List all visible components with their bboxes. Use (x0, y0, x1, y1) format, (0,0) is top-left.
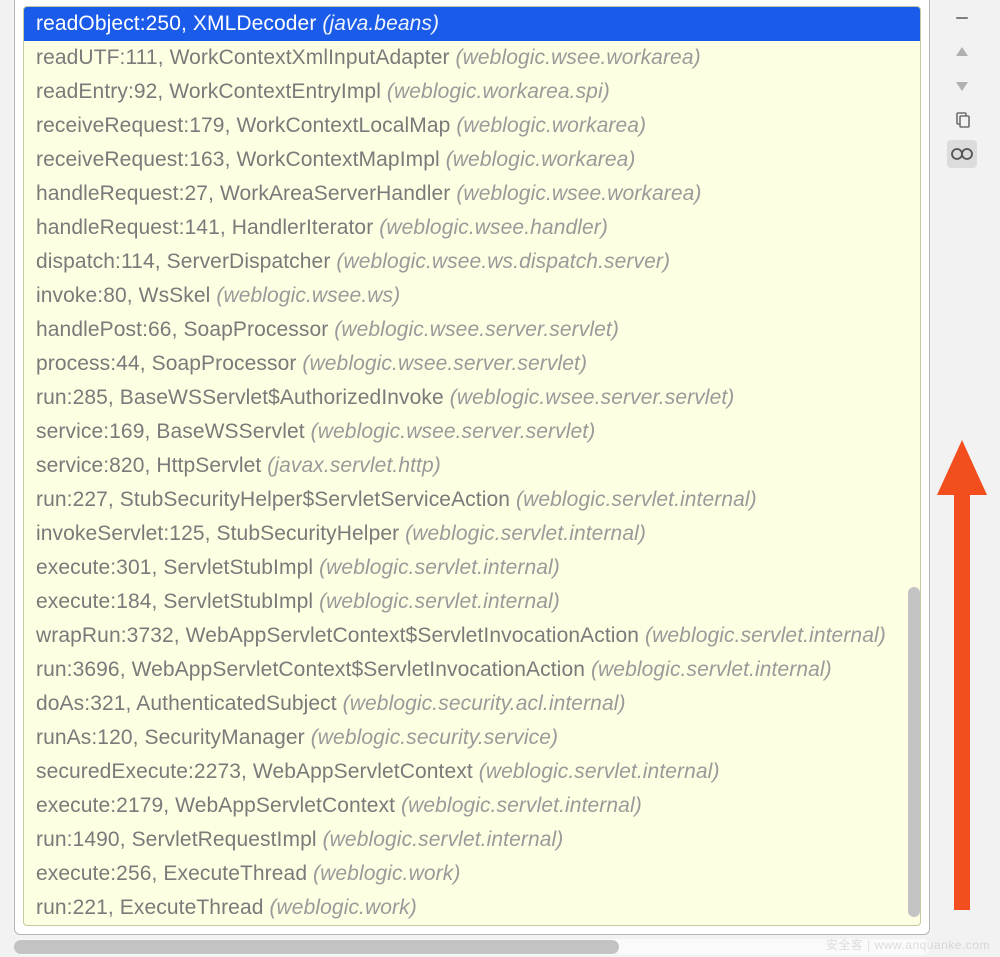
gutter-toolbar (942, 4, 982, 168)
frame-package: (weblogic.wsee.handler) (379, 216, 608, 239)
frame-method: execute:184, ServletStubImpl (36, 590, 313, 613)
frame-package: (weblogic.servlet.internal) (319, 590, 560, 613)
frame-method: securedExecute:2273, WebAppServletContex… (36, 760, 473, 783)
frame-package: (weblogic.security.service) (311, 726, 558, 749)
frame-method: readEntry:92, WorkContextEntryImpl (36, 80, 381, 103)
stack-frame-row[interactable]: doAs:321, AuthenticatedSubject (weblogic… (24, 687, 920, 721)
frame-method: doAs:321, AuthenticatedSubject (36, 692, 337, 715)
frame-package: (weblogic.servlet.internal) (319, 556, 560, 579)
glasses-icon[interactable] (947, 140, 977, 168)
frame-package: (weblogic.servlet.internal) (645, 624, 886, 647)
move-up-icon[interactable] (947, 38, 977, 66)
stack-frame-row[interactable]: execute:184, ServletStubImpl (weblogic.s… (24, 585, 920, 619)
frame-method: dispatch:114, ServerDispatcher (36, 250, 330, 273)
horizontal-scrollbar-track[interactable] (14, 939, 930, 955)
frame-method: run:227, StubSecurityHelper$ServletServi… (36, 488, 510, 511)
frame-method: invokeServlet:125, StubSecurityHelper (36, 522, 399, 545)
frame-method: invoke:80, WsSkel (36, 284, 210, 307)
frame-method: service:169, BaseWSServlet (36, 420, 305, 443)
frame-package: (weblogic.workarea) (456, 114, 646, 137)
frame-package: (weblogic.wsee.workarea) (456, 182, 701, 205)
frame-package: (weblogic.wsee.ws) (216, 284, 400, 307)
stack-frame-row[interactable]: run:221, ExecuteThread (weblogic.work) (24, 891, 920, 925)
frame-package: (weblogic.wsee.server.servlet) (334, 318, 619, 341)
stack-frame-row[interactable]: dispatch:114, ServerDispatcher (weblogic… (24, 245, 920, 279)
stack-frame-list-container: readObject:250, XMLDecoder (java.beans)r… (23, 6, 921, 926)
stack-frame-list[interactable]: readObject:250, XMLDecoder (java.beans)r… (24, 7, 920, 925)
frame-method: execute:2179, WebAppServletContext (36, 794, 395, 817)
stack-frame-row[interactable]: run:227, StubSecurityHelper$ServletServi… (24, 483, 920, 517)
stack-frame-row[interactable]: invoke:80, WsSkel (weblogic.wsee.ws) (24, 279, 920, 313)
frame-package: (javax.servlet.http) (267, 454, 441, 477)
vertical-scrollbar-thumb[interactable] (908, 587, 920, 917)
frame-package: (weblogic.servlet.internal) (516, 488, 757, 511)
move-down-icon[interactable] (947, 72, 977, 100)
stack-frame-row[interactable]: readEntry:92, WorkContextEntryImpl (webl… (24, 75, 920, 109)
frame-package: (weblogic.work) (269, 896, 416, 919)
stack-frame-row[interactable]: receiveRequest:179, WorkContextLocalMap … (24, 109, 920, 143)
stack-frame-row[interactable]: invokeServlet:125, StubSecurityHelper (w… (24, 517, 920, 551)
stack-frame-row[interactable]: service:820, HttpServlet (javax.servlet.… (24, 449, 920, 483)
frame-package: (weblogic.workarea) (446, 148, 636, 171)
frame-method: run:3696, WebAppServletContext$ServletIn… (36, 658, 585, 681)
stack-frame-row[interactable]: run:285, BaseWSServlet$AuthorizedInvoke … (24, 381, 920, 415)
copy-icon[interactable] (947, 106, 977, 134)
frame-package: (weblogic.work) (313, 862, 460, 885)
frame-method: receiveRequest:163, WorkContextMapImpl (36, 148, 440, 171)
frame-method: process:44, SoapProcessor (36, 352, 296, 375)
stack-frame-row[interactable]: runAs:120, SecurityManager (weblogic.sec… (24, 721, 920, 755)
stack-frame-row[interactable]: wrapRun:3732, WebAppServletContext$Servl… (24, 619, 920, 653)
frame-method: readObject:250, XMLDecoder (36, 12, 316, 35)
frame-package: (weblogic.servlet.internal) (479, 760, 720, 783)
stack-frame-row[interactable]: run:3696, WebAppServletContext$ServletIn… (24, 653, 920, 687)
stack-frame-row[interactable]: process:44, SoapProcessor (weblogic.wsee… (24, 347, 920, 381)
stack-frame-row[interactable]: run:1490, ServletRequestImpl (weblogic.s… (24, 823, 920, 857)
frame-package: (weblogic.wsee.workarea) (456, 46, 701, 69)
stack-frame-row[interactable]: service:169, BaseWSServlet (weblogic.wse… (24, 415, 920, 449)
frame-method: handlePost:66, SoapProcessor (36, 318, 328, 341)
frame-method: wrapRun:3732, WebAppServletContext$Servl… (36, 624, 639, 647)
frame-method: readUTF:111, WorkContextXmlInputAdapter (36, 46, 450, 69)
stack-frame-row[interactable]: execute:256, ExecuteThread (weblogic.wor… (24, 857, 920, 891)
frame-method: handleRequest:141, HandlerIterator (36, 216, 373, 239)
frame-package: (weblogic.wsee.server.servlet) (450, 386, 735, 409)
frame-package: (weblogic.servlet.internal) (591, 658, 832, 681)
stack-frame-row[interactable]: handleRequest:141, HandlerIterator (webl… (24, 211, 920, 245)
frame-package: (java.beans) (322, 12, 439, 35)
stack-frame-row[interactable]: readUTF:111, WorkContextXmlInputAdapter … (24, 41, 920, 75)
stack-frame-row[interactable]: readObject:250, XMLDecoder (java.beans) (24, 7, 920, 41)
frame-package: (weblogic.servlet.internal) (401, 794, 642, 817)
frame-method: run:285, BaseWSServlet$AuthorizedInvoke (36, 386, 444, 409)
annotation-arrow-icon (932, 440, 992, 910)
frame-package: (weblogic.wsee.server.servlet) (302, 352, 587, 375)
frame-method: receiveRequest:179, WorkContextLocalMap (36, 114, 450, 137)
frame-package: (weblogic.security.acl.internal) (343, 692, 626, 715)
frame-package: (weblogic.workarea.spi) (387, 80, 610, 103)
frame-method: run:1490, ServletRequestImpl (36, 828, 317, 851)
debug-frames-panel: readObject:250, XMLDecoder (java.beans)r… (14, 0, 930, 935)
minimize-icon[interactable] (947, 4, 977, 32)
stack-frame-row[interactable]: execute:2179, WebAppServletContext (webl… (24, 789, 920, 823)
frame-package: (weblogic.wsee.ws.dispatch.server) (336, 250, 670, 273)
frame-method: runAs:120, SecurityManager (36, 726, 305, 749)
frame-method: run:221, ExecuteThread (36, 896, 264, 919)
stack-frame-row[interactable]: receiveRequest:163, WorkContextMapImpl (… (24, 143, 920, 177)
stack-frame-row[interactable]: securedExecute:2273, WebAppServletContex… (24, 755, 920, 789)
horizontal-scrollbar-thumb[interactable] (14, 940, 619, 954)
stack-frame-row[interactable]: handleRequest:27, WorkAreaServerHandler … (24, 177, 920, 211)
frame-method: execute:256, ExecuteThread (36, 862, 307, 885)
frame-method: service:820, HttpServlet (36, 454, 261, 477)
stack-frame-row[interactable]: execute:301, ServletStubImpl (weblogic.s… (24, 551, 920, 585)
frame-package: (weblogic.servlet.internal) (323, 828, 564, 851)
stack-frame-row[interactable]: handlePost:66, SoapProcessor (weblogic.w… (24, 313, 920, 347)
frame-method: handleRequest:27, WorkAreaServerHandler (36, 182, 450, 205)
frame-method: execute:301, ServletStubImpl (36, 556, 313, 579)
frame-package: (weblogic.wsee.server.servlet) (311, 420, 596, 443)
frame-package: (weblogic.servlet.internal) (405, 522, 646, 545)
